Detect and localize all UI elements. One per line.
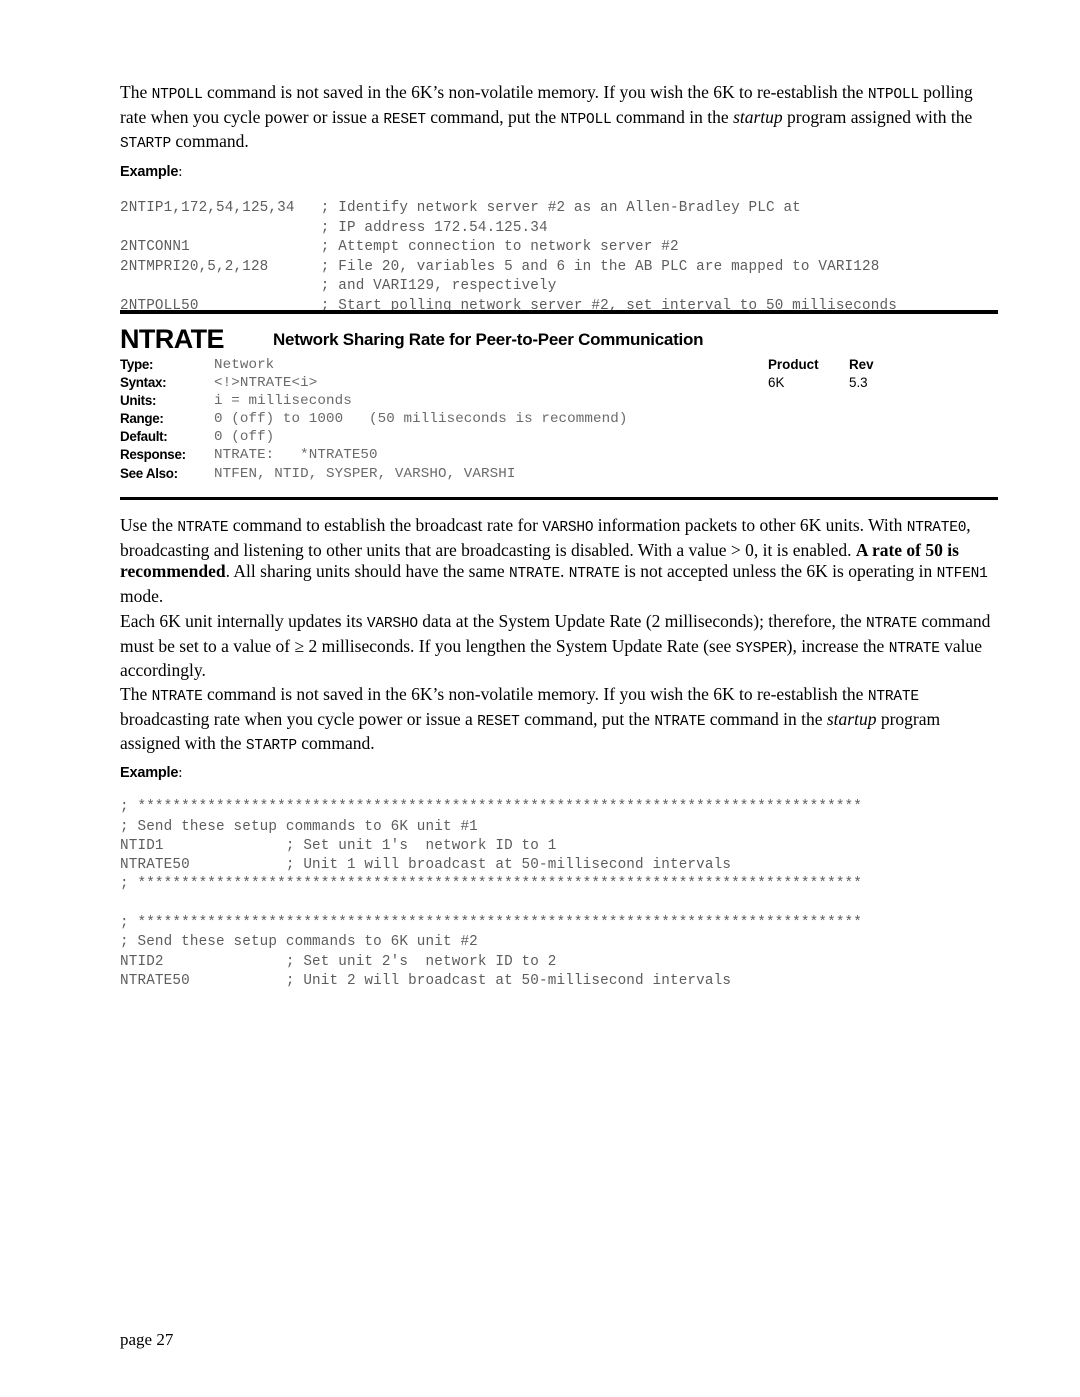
product-column-header: Product — [768, 357, 819, 372]
inline-text: command in the — [705, 708, 827, 729]
inline-command: NTRATE — [865, 616, 917, 632]
spec-value-range: 0 (off) to 1000 (50 milliseconds is reco… — [214, 411, 628, 428]
spec-value-units: i = milliseconds — [214, 393, 352, 410]
rev-value: 5.3 — [849, 375, 868, 391]
body-paragraph-1: Use the NTRATE command to establish the … — [120, 515, 1000, 607]
inline-text: is not accepted unless the 6K is operati… — [619, 561, 937, 582]
spec-row-type: Type: Network Product Rev — [120, 357, 998, 375]
inline-text: command, put the — [519, 708, 655, 729]
spec-row-syntax: Syntax: <!>NTRATE<i> 6K 5.3 — [120, 375, 998, 393]
inline-command: NTRATE — [509, 566, 561, 583]
heading-rule-top — [120, 310, 998, 314]
example-label-bottom-text: Example — [120, 765, 179, 781]
spec-row-default: Default: 0 (off) — [120, 429, 998, 447]
example-label-bottom: Example: — [120, 765, 182, 782]
spec-row-range: Range: 0 (off) to 1000 (50 milliseconds … — [120, 411, 998, 429]
inline-text: . — [560, 561, 569, 582]
command-title: Network Sharing Rate for Peer-to-Peer Co… — [273, 330, 704, 349]
inline-text: command is not saved in the 6K’s non-vol… — [202, 684, 868, 704]
inline-command: STARTP — [245, 738, 297, 755]
inline-command: VARSHO — [366, 616, 418, 632]
inline-text: broadcasting rate when you cycle power o… — [120, 708, 478, 729]
example-label-top: Example: — [120, 164, 182, 181]
intro-paragraph: The NTPOLL command is not saved in the 6… — [120, 82, 998, 156]
spec-label-see-also: See Also: — [120, 465, 178, 481]
body-paragraph-2: Each 6K unit internally updates its VARS… — [120, 611, 1000, 682]
command-header: NTRATE Network Sharing Rate for Peer-to-… — [120, 324, 998, 356]
inline-command: NTRATE — [867, 689, 919, 705]
spec-row-response: Response: NTRATE: *NTRATE50 — [120, 447, 998, 465]
inline-command: NTRATE — [151, 689, 203, 705]
product-value: 6K — [768, 375, 785, 391]
inline-command: NTPOLL — [560, 111, 612, 128]
inline-text: mode. — [120, 585, 164, 606]
heading-rule-bottom — [120, 497, 998, 500]
spec-label-units: Units: — [120, 393, 157, 409]
inline-text: The — [120, 684, 152, 704]
inline-command: NTFEN1 — [936, 566, 988, 583]
inline-command: VARSHO — [542, 520, 594, 536]
inline-command: NTPOLL — [867, 87, 919, 103]
inline-command: RESET — [477, 713, 520, 730]
example-label-top-colon: : — [178, 164, 183, 180]
inline-text: command. — [296, 733, 375, 754]
example-label-top-text: Example — [120, 164, 179, 180]
inline-text: data at the System Update Rate (2 millis… — [417, 611, 866, 631]
inline-text: Use the — [120, 515, 178, 535]
inline-command: STARTP — [120, 136, 172, 153]
inline-command: SYSPER — [735, 640, 787, 657]
page-footer: page 27 — [120, 1330, 174, 1349]
spec-value-type: Network — [214, 357, 275, 373]
inline-text: command, put the — [425, 106, 561, 127]
inline-text: The — [120, 82, 152, 102]
inline-text: ), increase the — [786, 635, 889, 656]
spec-value-response: NTRATE: *NTRATE50 — [214, 447, 378, 464]
inline-command: NTRATE — [888, 640, 940, 657]
inline-text: command in the — [611, 106, 734, 127]
spec-value-default: 0 (off) — [214, 429, 275, 446]
command-name: NTRATE — [120, 324, 224, 354]
document-page: The NTPOLL command is not saved in the 6… — [0, 0, 1080, 1397]
inline-text: Each 6K unit internally updates its — [120, 611, 367, 631]
spec-label-range: Range: — [120, 411, 164, 427]
inline-emphasis: startup — [826, 708, 877, 729]
inline-text: command is not saved in the 6K’s non-vol… — [202, 82, 868, 102]
body-paragraph-3: The NTRATE command is not saved in the 6… — [120, 684, 1000, 758]
inline-command: NTRATE — [568, 566, 620, 583]
specification-table: Type: Network Product Rev Syntax: <!>NTR… — [120, 357, 998, 484]
spec-value-syntax: <!>NTRATE<i> — [214, 375, 318, 392]
spec-label-response: Response: — [120, 447, 186, 463]
inline-text: information packets to other 6K units. W… — [593, 515, 907, 535]
inline-command: NTRATE — [177, 520, 229, 536]
example-code-block-top: 2NTIP1,172,54,125,34 ; Identify network … — [120, 200, 897, 314]
spec-value-see-also: NTFEN, NTID, SYSPER, VARSHO, VARSHI — [214, 465, 516, 482]
spec-label-type: Type: — [120, 357, 154, 372]
spec-label-syntax: Syntax: — [120, 375, 167, 391]
example-label-bottom-colon: : — [178, 765, 183, 781]
inline-command: NTRATE — [654, 713, 706, 730]
spec-label-default: Default: — [120, 429, 168, 445]
inline-command: NTRATE0 — [906, 520, 967, 536]
inline-emphasis: startup — [733, 106, 783, 127]
inline-text: command. — [171, 131, 249, 152]
spec-row-units: Units: i = milliseconds — [120, 393, 998, 411]
inline-text: command to establish the broadcast rate … — [228, 515, 543, 535]
spec-row-see-also: See Also: NTFEN, NTID, SYSPER, VARSHO, V… — [120, 466, 998, 484]
inline-command: RESET — [383, 111, 426, 128]
rev-column-header: Rev — [849, 357, 874, 372]
inline-text: . All sharing units should have the same — [225, 561, 509, 582]
inline-command: NTPOLL — [151, 87, 203, 103]
example-code-block-bottom: ; **************************************… — [120, 799, 863, 989]
inline-text: program assigned with the — [782, 106, 973, 127]
